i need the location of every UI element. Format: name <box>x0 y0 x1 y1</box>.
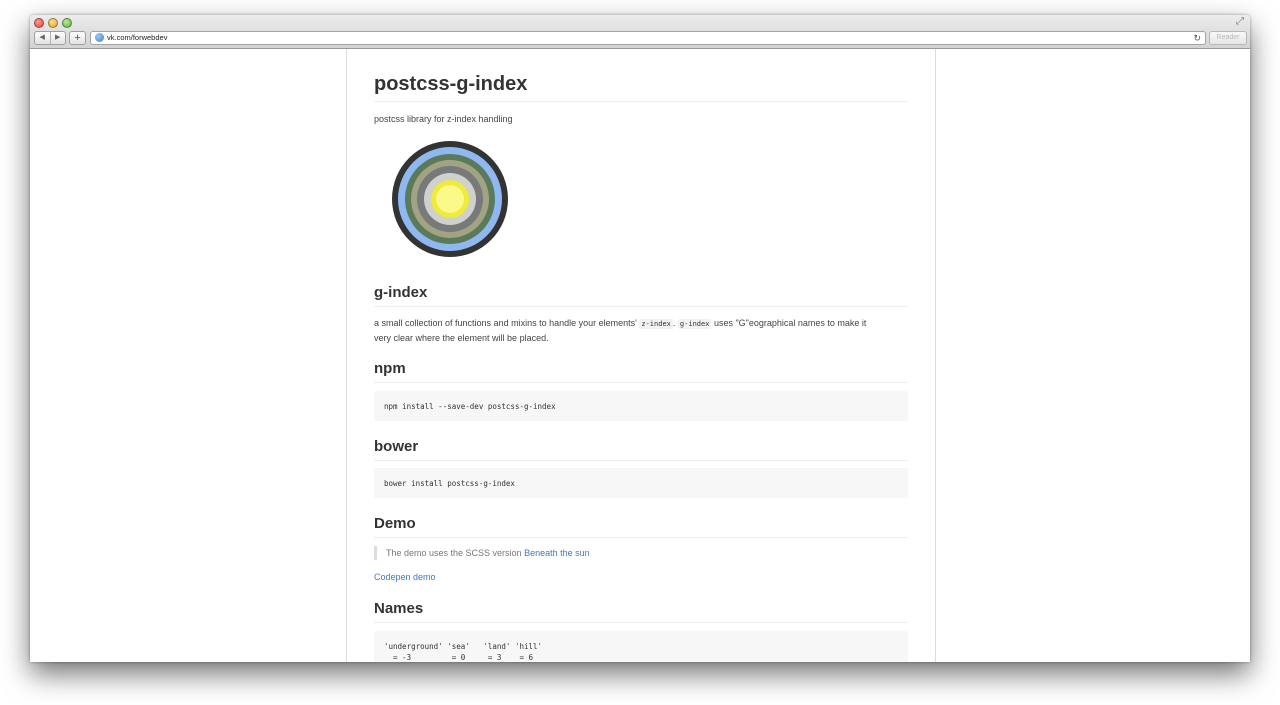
desc-text-3: very clear where the element will be pla… <box>374 333 549 343</box>
desc-separator: . <box>672 318 676 328</box>
names-code-line-1[interactable]: 'underground' 'sea' 'land' 'hill' <box>384 642 542 651</box>
code-g-index: g-index <box>677 319 712 329</box>
window-controls <box>34 18 72 28</box>
names-code-block: 'underground' 'sea' 'land' 'hill' = -3 =… <box>374 631 908 662</box>
forward-button[interactable]: ▶ <box>49 32 66 44</box>
codepen-paragraph: Codepen demo <box>374 570 436 584</box>
reader-button[interactable]: Reader <box>1209 31 1247 45</box>
names-code-line-2[interactable]: = -3 = 0 = 3 = 6 <box>384 653 533 662</box>
readme-article: postcss-g-index postcss library for z-in… <box>346 49 936 662</box>
code-z-index: z-index <box>639 319 673 329</box>
heading-names: Names <box>374 599 908 623</box>
reload-icon[interactable]: ↻ <box>1193 32 1201 44</box>
heading-npm: npm <box>374 359 908 383</box>
g-index-logo <box>392 141 508 257</box>
codepen-demo-link[interactable]: Codepen demo <box>374 572 436 582</box>
globe-icon <box>95 33 104 42</box>
tagline: postcss library for z-index handling <box>374 114 513 124</box>
npm-code-block: npm install --save-dev postcss-g-index <box>374 391 908 421</box>
demo-quote-text: The demo uses the SCSS version <box>386 548 522 558</box>
heading-bower: bower <box>374 437 908 461</box>
history-nav: ◀ ▶ <box>34 31 66 45</box>
bower-install-command[interactable]: bower install postcss-g-index <box>384 479 515 488</box>
desc-text-1: a small collection of functions and mixi… <box>374 318 637 328</box>
beneath-the-sun-link[interactable]: Beneath the sun <box>524 548 590 558</box>
bower-code-block: bower install postcss-g-index <box>374 468 908 498</box>
demo-blockquote: The demo uses the SCSS version Beneath t… <box>374 546 590 560</box>
address-bar[interactable]: vk.com/forwebdev ↻ <box>90 31 1206 45</box>
browser-window: ⤢ ◀ ▶ + vk.com/forwebdev ↻ Reader postcs… <box>30 15 1250 662</box>
zoom-window-button[interactable] <box>62 18 72 28</box>
g-index-description: a small collection of functions and mixi… <box>374 316 914 345</box>
fullscreen-icon[interactable]: ⤢ <box>1236 17 1244 27</box>
close-window-button[interactable] <box>34 18 44 28</box>
heading-demo: Demo <box>374 514 908 538</box>
page-viewport[interactable]: postcss-g-index postcss library for z-in… <box>30 49 1250 662</box>
logo-ring-8 <box>436 185 464 213</box>
url-text[interactable]: vk.com/forwebdev <box>107 32 167 44</box>
desc-text-2: uses "G"eographical names to make it <box>713 318 867 328</box>
add-bookmark-button[interactable]: + <box>69 31 86 45</box>
minimize-window-button[interactable] <box>48 18 58 28</box>
npm-install-command[interactable]: npm install --save-dev postcss-g-index <box>384 402 556 411</box>
back-button[interactable]: ◀ <box>35 32 50 44</box>
heading-g-index: g-index <box>374 283 908 307</box>
browser-toolbar: ⤢ ◀ ▶ + vk.com/forwebdev ↻ Reader <box>30 15 1250 49</box>
page-title: postcss-g-index <box>374 71 908 102</box>
